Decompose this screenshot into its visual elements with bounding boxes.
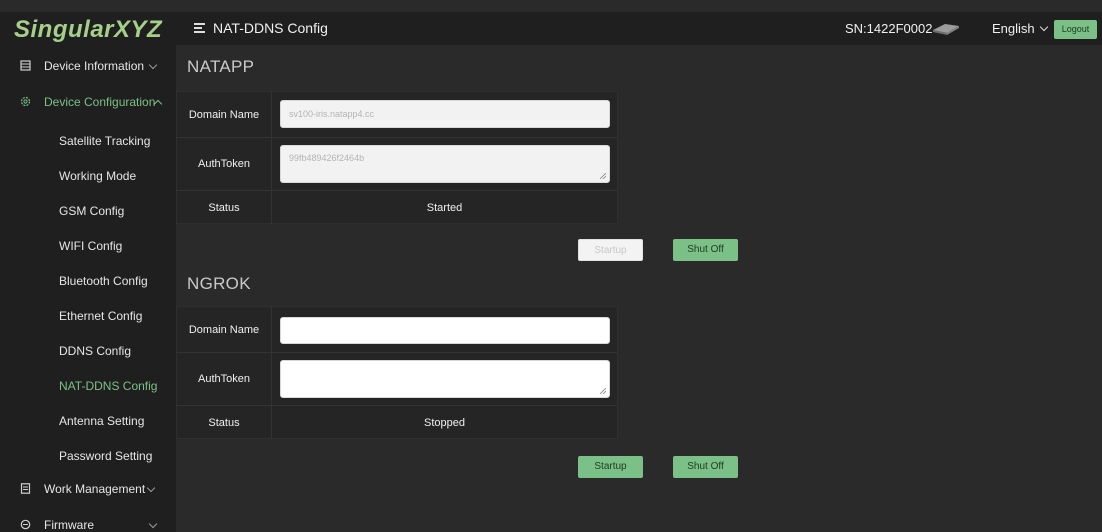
resize-grip-icon[interactable]: [600, 388, 606, 394]
app-frame: SingularXYZ NAT-DDNS Config SN:1422F0002…: [0, 0, 1102, 532]
natapp-shutoff-button[interactable]: Shut Off: [673, 239, 738, 261]
sidebar-group-work-management[interactable]: Work Management: [0, 471, 176, 507]
sidebar-group-device-information[interactable]: Device Information: [0, 48, 176, 84]
sidebar-item-wifi-config[interactable]: WIFI Config: [0, 229, 176, 264]
ngrok-status-value: Stopped: [424, 416, 465, 429]
sidebar-group-label: Firmware: [44, 518, 94, 532]
language-label: English: [992, 21, 1035, 36]
natapp-panel: Domain Name AuthToken 99fb489426f2464b S…: [176, 91, 618, 224]
ngrok-panel: Domain Name AuthToken Status Stopped: [176, 306, 618, 439]
natapp-token-value: 99fb489426f2464b: [289, 153, 365, 163]
natapp-domain-input[interactable]: [280, 100, 610, 128]
sidebar-group-firmware[interactable]: Firmware: [0, 507, 176, 532]
domain-name-label: Domain Name: [177, 92, 272, 137]
sidebar-item-gsm-config[interactable]: GSM Config: [0, 194, 176, 229]
sidebar-item-working-mode[interactable]: Working Mode: [0, 159, 176, 194]
sidebar-item-ddns-config[interactable]: DDNS Config: [0, 334, 176, 369]
brand-logo: SingularXYZ: [14, 16, 163, 43]
chevron-down-icon: [1039, 22, 1048, 32]
gear-icon: [20, 96, 31, 107]
auth-token-label: AuthToken: [177, 138, 272, 190]
resize-grip-icon[interactable]: [600, 173, 606, 179]
sidebar-item-bluetooth-config[interactable]: Bluetooth Config: [0, 264, 176, 299]
ngrok-status-row: Status Stopped: [177, 405, 617, 439]
status-label: Status: [177, 191, 272, 224]
sidebar: Device Information Device Configuration …: [0, 45, 176, 532]
natapp-status-value: Started: [426, 201, 463, 214]
natapp-status-row: Status Started: [177, 190, 617, 224]
menu-toggle-icon[interactable]: [194, 23, 205, 34]
ngrok-token-input[interactable]: [280, 360, 610, 398]
ngrok-shutoff-button[interactable]: Shut Off: [673, 456, 738, 478]
sidebar-item-ethernet-config[interactable]: Ethernet Config: [0, 299, 176, 334]
document-icon: [20, 483, 31, 494]
sidebar-group-label: Device Information: [44, 59, 145, 73]
sidebar-item-password-setting[interactable]: Password Setting: [0, 439, 176, 474]
sidebar-group-label: Work Management: [44, 482, 146, 496]
sidebar-group-device-configuration[interactable]: Device Configuration: [0, 84, 176, 120]
serial-number: SN:1422F0002: [845, 21, 933, 36]
status-label: Status: [177, 406, 272, 439]
sidebar-item-satellite-tracking[interactable]: Satellite Tracking: [0, 124, 176, 159]
ngrok-domain-input[interactable]: [280, 317, 610, 344]
list-icon: [20, 60, 31, 71]
sidebar-group-label: Device Configuration: [44, 95, 156, 109]
natapp-section-title: NATAPP: [187, 57, 255, 76]
natapp-startup-button[interactable]: Startup: [578, 239, 643, 261]
ngrok-startup-button[interactable]: Startup: [578, 456, 643, 478]
ngrok-section-title: NGROK: [187, 274, 251, 293]
domain-name-label: Domain Name: [177, 307, 272, 352]
chevron-down-icon: [148, 60, 158, 70]
auth-token-label: AuthToken: [177, 353, 272, 405]
natapp-token-input[interactable]: 99fb489426f2464b: [280, 145, 610, 183]
chevron-down-icon: [146, 483, 156, 493]
top-bar: SingularXYZ NAT-DDNS Config SN:1422F0002…: [0, 12, 1102, 45]
page-title: NAT-DDNS Config: [213, 20, 328, 36]
logout-button[interactable]: Logout: [1054, 20, 1097, 39]
sidebar-item-antenna-setting[interactable]: Antenna Setting: [0, 404, 176, 439]
receiver-device-icon: [933, 24, 959, 35]
language-select[interactable]: English: [992, 12, 1048, 45]
chevron-down-icon: [148, 519, 158, 529]
sidebar-item-nat-ddns-config[interactable]: NAT-DDNS Config: [0, 369, 176, 404]
firmware-icon: [20, 519, 31, 530]
